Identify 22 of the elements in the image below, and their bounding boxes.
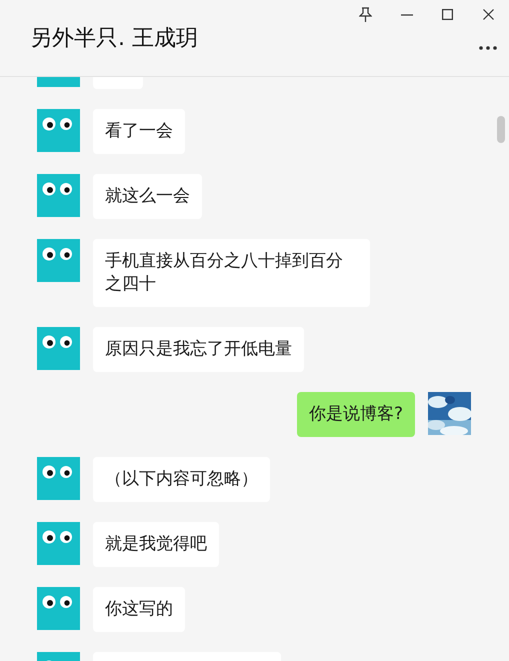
avatar-icon[interactable] [37, 174, 80, 217]
avatar-icon[interactable] [37, 327, 80, 370]
more-icon[interactable] [479, 46, 497, 50]
message-bubble: 手机直接从百分之八十掉到百分之四十 [93, 239, 370, 307]
message-bubble: 就是我觉得吧 [93, 522, 219, 567]
pin-icon[interactable] [359, 7, 372, 22]
avatar-icon[interactable] [37, 109, 80, 152]
avatar-icon[interactable] [37, 522, 80, 565]
message-bubble: 看了一会 [93, 109, 185, 154]
message-bubble: 你是说博客? [296, 392, 415, 437]
message-bubble: 原因只是我忘了开低电量 [93, 327, 304, 372]
window-title: 另外半只. 王成玥 [30, 25, 198, 53]
scrollbar[interactable] [497, 116, 505, 143]
message-bubble: 就这么一会 [93, 174, 202, 219]
avatar-icon[interactable] [37, 457, 80, 500]
message-bubble: （以下内容可忽略） [93, 457, 270, 502]
close-icon[interactable] [483, 9, 494, 20]
message-bubble: 你这写的 [93, 587, 185, 632]
minimize-icon[interactable] [401, 14, 413, 16]
avatar-icon[interactable] [37, 239, 80, 282]
maximize-icon[interactable] [442, 9, 453, 20]
avatar-icon[interactable] [37, 587, 80, 630]
